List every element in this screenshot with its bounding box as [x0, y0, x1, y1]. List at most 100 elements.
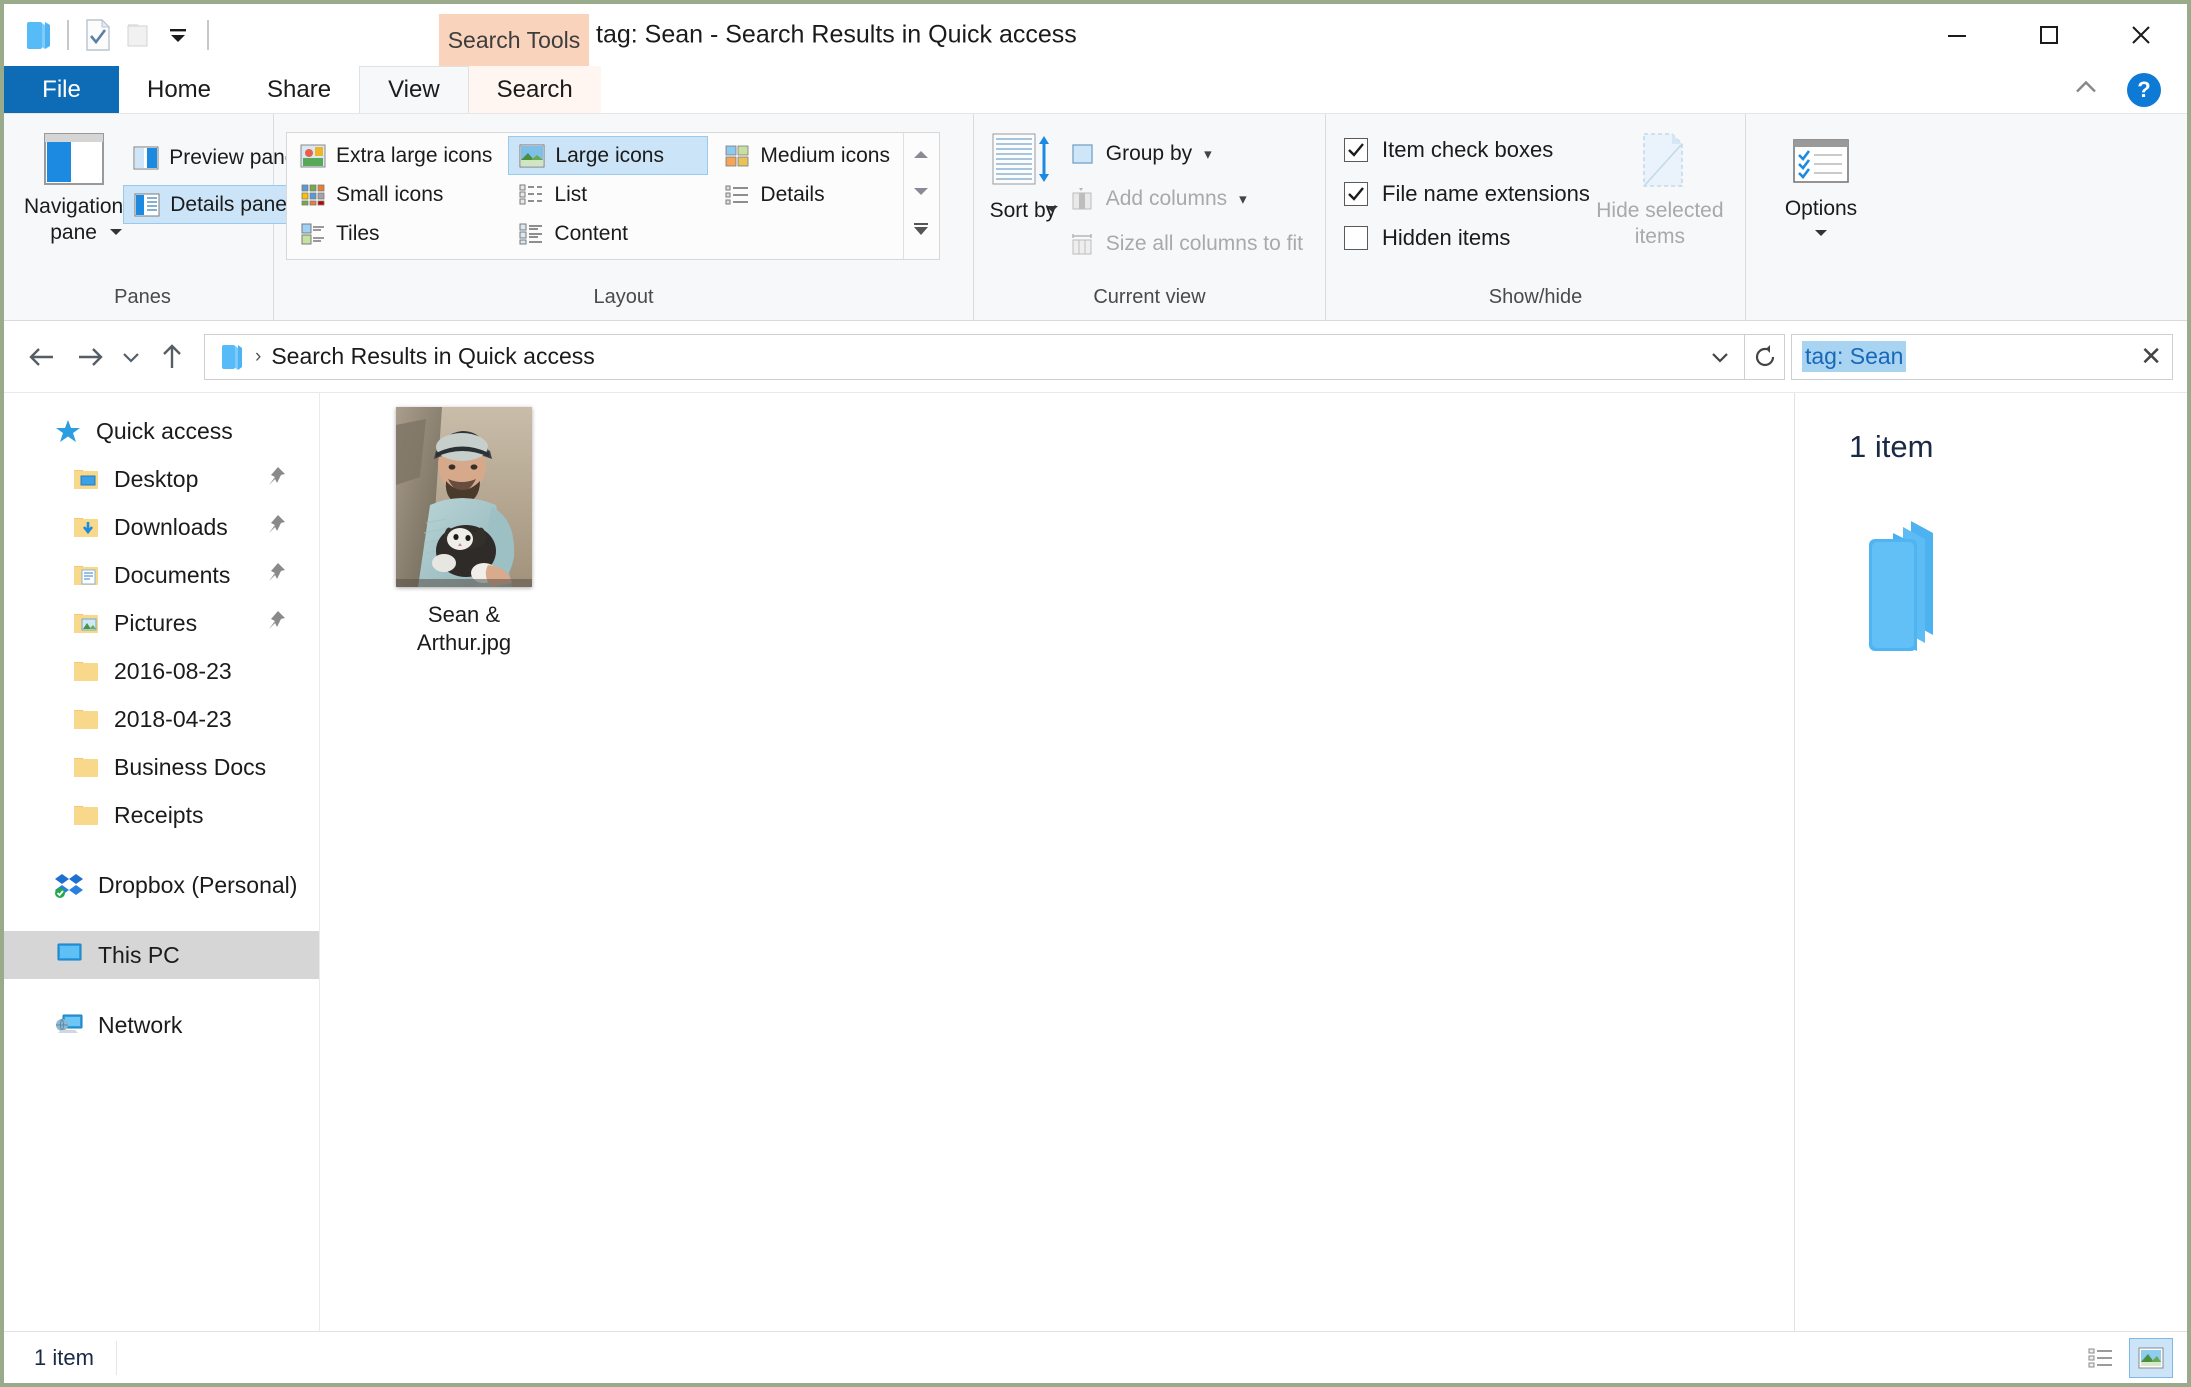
sidebar-item-this-pc[interactable]: This PC	[4, 931, 319, 979]
folder-pictures-icon	[74, 614, 98, 633]
layout-gallery-scroll	[902, 133, 939, 259]
file-list-view[interactable]: Sean & Arthur.jpg	[320, 393, 1795, 1331]
maximize-button[interactable]	[2003, 4, 2095, 66]
navigation-pane-button[interactable]: Navigation pane	[24, 124, 123, 244]
ribbon-group-panes-label: Panes	[114, 286, 171, 308]
group-by-button[interactable]: Group by ▾	[1060, 134, 1313, 173]
sidebar-label: Quick access	[96, 417, 233, 444]
item-check-boxes-checkbox[interactable]	[1344, 138, 1368, 162]
ribbon-group-options: Options	[1746, 114, 1896, 320]
recent-locations-button[interactable]	[114, 333, 148, 381]
size-all-columns-button: Size all columns to fit	[1060, 224, 1313, 263]
details-pane: 1 item	[1795, 393, 2187, 1331]
pin-icon[interactable]	[265, 513, 287, 541]
tab-search[interactable]: Search	[468, 66, 601, 113]
item-check-boxes-label: Item check boxes	[1382, 137, 1554, 162]
network-icon	[56, 1014, 83, 1033]
layout-details[interactable]: Details	[714, 175, 900, 214]
layout-large-icons[interactable]: Large icons	[508, 136, 709, 175]
sidebar-label: Network	[98, 1011, 183, 1038]
path-dropdown-icon[interactable]	[1700, 335, 1740, 379]
window-controls	[1911, 4, 2187, 66]
list-item[interactable]: Sean & Arthur.jpg	[376, 407, 552, 657]
layout-extra-large-icons[interactable]: Extra large icons	[290, 136, 502, 175]
options-label: Options	[1784, 197, 1858, 220]
new-folder-icon[interactable]	[118, 13, 158, 57]
pin-icon[interactable]	[265, 609, 287, 637]
refresh-button[interactable]	[1745, 333, 1785, 380]
search-clear-icon[interactable]: ✕	[2140, 341, 2162, 372]
layout-content-label: Content	[554, 221, 628, 245]
layout-tiles-label: Tiles	[336, 221, 380, 245]
hidden-items-row[interactable]: Hidden items	[1344, 216, 1590, 260]
sidebar-item-documents[interactable]: Documents	[4, 551, 319, 599]
gallery-expand-icon[interactable]	[911, 221, 931, 244]
sidebar-item-downloads[interactable]: Downloads	[4, 503, 319, 551]
navigation-pane-label: Navigation pane	[24, 195, 124, 245]
breadcrumb[interactable]: › Search Results in Quick access	[209, 343, 595, 371]
sidebar-item-network[interactable]: Network	[4, 1001, 319, 1049]
ribbon-tabs: File Home Share View Search ?	[4, 66, 2187, 114]
layout-tiles[interactable]: Tiles	[290, 214, 502, 253]
customize-dropdown-icon[interactable]	[158, 13, 198, 57]
search-results-stack-icon	[1859, 515, 2187, 680]
up-button[interactable]	[148, 333, 196, 381]
tab-view[interactable]: View	[359, 66, 469, 113]
layout-list-label: List	[554, 182, 588, 206]
forward-button[interactable]	[66, 333, 114, 381]
sidebar-item-dropbox[interactable]: Dropbox (Personal)	[4, 861, 319, 909]
breadcrumb-label: Search Results in Quick access	[271, 343, 595, 369]
sidebar-label: Downloads	[114, 513, 228, 540]
hidden-items-checkbox[interactable]	[1344, 226, 1368, 250]
pin-icon[interactable]	[265, 561, 287, 589]
properties-icon[interactable]	[78, 13, 118, 57]
large-icons-view-button[interactable]	[2129, 1337, 2173, 1378]
tab-home[interactable]: Home	[119, 66, 239, 113]
sidebar-item-pictures[interactable]: Pictures	[4, 599, 319, 647]
app-icon	[18, 13, 58, 57]
layout-small-icons[interactable]: Small icons	[290, 175, 502, 214]
sidebar-item-quick-access[interactable]: Quick access	[4, 407, 319, 455]
sidebar-item-receipts[interactable]: Receipts	[4, 791, 319, 839]
ribbon-group-show-hide: Item check boxes File name extensions Hi…	[1326, 114, 1746, 320]
close-button[interactable]	[2095, 4, 2187, 66]
ribbon-group-show-hide-label: Show/hide	[1488, 286, 1583, 308]
ribbon-group-layout: Extra large icons Small icons Tiles Larg…	[274, 114, 974, 320]
file-name-extensions-row[interactable]: File name extensions	[1344, 172, 1590, 216]
star-icon	[56, 420, 80, 442]
sidebar-label: Pictures	[114, 609, 198, 636]
sidebar-item-desktop[interactable]: Desktop	[4, 455, 319, 503]
layout-medium-icons[interactable]: Medium icons	[714, 136, 900, 175]
tab-file[interactable]: File	[4, 66, 119, 113]
file-name-extensions-checkbox[interactable]	[1344, 182, 1368, 206]
address-path-box[interactable]: › Search Results in Quick access	[204, 333, 1745, 380]
folder-desktop-icon	[74, 470, 98, 489]
options-button[interactable]: Options	[1761, 130, 1881, 238]
layout-column-3: Medium icons Details	[711, 133, 903, 259]
layout-gallery: Extra large icons Small icons Tiles Larg…	[286, 132, 940, 260]
status-separator	[115, 1340, 117, 1375]
ribbon-group-panes: Navigation pane Preview pane Details pan…	[12, 114, 307, 320]
sidebar-item-2016-08-23[interactable]: 2016-08-23	[4, 647, 319, 695]
gallery-scroll-down-icon[interactable]	[911, 184, 931, 203]
layout-content[interactable]: Content	[508, 214, 708, 253]
hide-selected-items-label: Hide selected items	[1596, 199, 1724, 249]
search-input[interactable]: tag: Sean ✕	[1791, 333, 2173, 380]
gallery-scroll-up-icon[interactable]	[911, 148, 931, 167]
pin-icon[interactable]	[265, 465, 287, 493]
file-name-extensions-label: File name extensions	[1382, 181, 1590, 206]
item-check-boxes-row[interactable]: Item check boxes	[1344, 128, 1590, 172]
back-button[interactable]	[18, 333, 66, 381]
sort-by-button[interactable]: Sort by	[986, 124, 1060, 222]
file-name-label: Sean & Arthur.jpg	[416, 602, 512, 656]
details-view-button[interactable]	[2079, 1338, 2123, 1378]
collapse-ribbon-icon[interactable]	[2071, 77, 2101, 102]
minimize-button[interactable]	[1911, 4, 2003, 66]
help-icon[interactable]: ?	[2127, 72, 2161, 107]
sidebar-item-2018-04-23[interactable]: 2018-04-23	[4, 695, 319, 743]
layout-list[interactable]: List	[508, 175, 708, 214]
tab-share[interactable]: Share	[239, 66, 359, 113]
sidebar-label: Desktop	[114, 465, 199, 492]
sidebar-item-business-docs[interactable]: Business Docs	[4, 743, 319, 791]
